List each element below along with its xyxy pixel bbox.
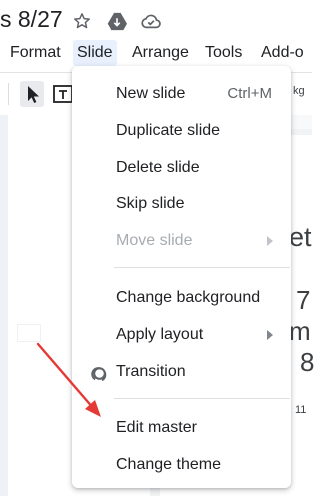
menu-tools[interactable]: Tools — [205, 40, 242, 66]
menu-add-ons[interactable]: Add-o — [261, 40, 304, 66]
menu-item-delete-slide[interactable]: Delete slide — [72, 151, 291, 185]
menu-item-move-slide: Move slide — [72, 224, 291, 258]
keyboard-shortcut: Ctrl+M — [227, 85, 272, 102]
slide-text-fragment: 8 — [300, 347, 315, 377]
menu-item-label: Skip slide — [116, 195, 185, 212]
document-title[interactable]: s 8/27 — [0, 6, 63, 33]
menu-item-change-theme[interactable]: Change theme — [72, 448, 291, 482]
menu-arrange[interactable]: Arrange — [132, 40, 189, 66]
title-bar: s 8/27 — [0, 0, 312, 42]
menu-bar: Format Slide Arrange Tools Add-o — [0, 40, 312, 66]
slide-thumbnail[interactable] — [17, 324, 41, 342]
menu-divider — [114, 398, 290, 399]
select-cursor-icon — [28, 86, 39, 103]
submenu-arrow-icon — [267, 236, 273, 246]
menu-slide[interactable]: Slide — [73, 40, 117, 66]
filmstrip-edge — [0, 115, 8, 496]
menu-item-label: Change theme — [116, 456, 221, 473]
menu-item-apply-layout[interactable]: Apply layout — [72, 318, 291, 352]
menu-item-change-background[interactable]: Change background — [72, 281, 291, 315]
star-icon[interactable] — [72, 11, 92, 31]
menu-item-label: Delete slide — [116, 159, 200, 176]
menu-item-transition[interactable]: Transition — [72, 355, 291, 389]
menu-divider — [114, 267, 290, 268]
select-cursor-button[interactable] — [20, 81, 44, 107]
menu-item-new-slide[interactable]: New slide Ctrl+M — [72, 77, 291, 111]
menu-item-label: Duplicate slide — [116, 122, 221, 139]
submenu-arrow-icon — [267, 330, 273, 340]
menu-item-duplicate-slide[interactable]: Duplicate slide — [72, 114, 291, 148]
menu-item-label: Apply layout — [116, 326, 204, 343]
menu-format[interactable]: Format — [10, 40, 61, 66]
menu-item-label: Move slide — [116, 232, 193, 249]
slide-menu-dropdown: New slide Ctrl+M Duplicate slide Delete … — [72, 66, 291, 488]
slide-text-fragment: 7 — [296, 285, 311, 315]
menu-item-skip-slide[interactable]: Skip slide — [72, 187, 291, 221]
transition-icon — [88, 364, 108, 384]
move-to-drive-icon[interactable] — [106, 11, 127, 31]
menu-item-label: Change background — [116, 289, 261, 306]
menu-item-label: New slide — [116, 85, 186, 102]
slide-text-fragment: 11 — [295, 404, 307, 416]
toolbar-divider — [8, 83, 9, 105]
menu-item-edit-master[interactable]: Edit master — [72, 411, 291, 445]
slide-text-fragment: m — [289, 316, 311, 346]
slide-text-fragment: et — [289, 222, 312, 252]
cloud-saved-icon[interactable] — [140, 11, 161, 31]
toolbar-truncated-label: kg — [293, 85, 305, 97]
menu-item-label: Transition — [116, 363, 186, 380]
menu-item-label: Edit master — [116, 419, 197, 436]
